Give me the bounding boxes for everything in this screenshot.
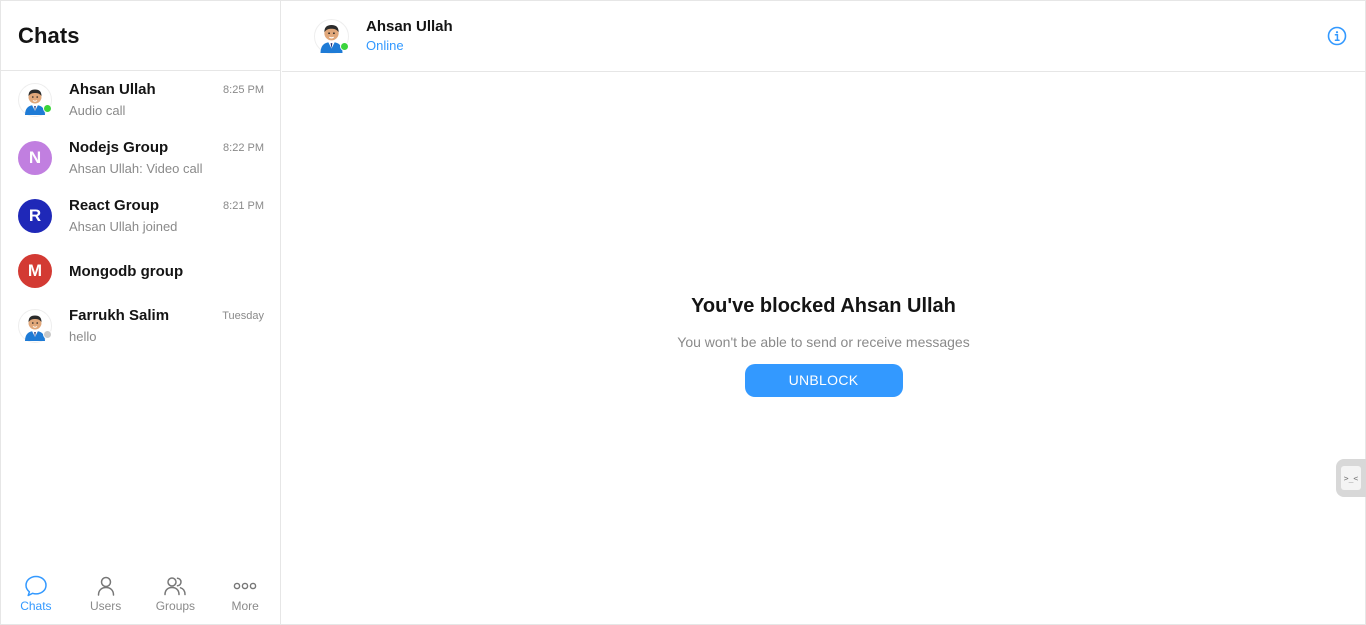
sidebar-header: Chats <box>1 1 280 71</box>
nav-label: More <box>231 599 259 613</box>
chat-name: Mongodb group <box>69 262 184 280</box>
group-avatar: N <box>18 141 52 175</box>
chat-item-react-group[interactable]: R React Group Ahsan Ullah joined 8:21 PM <box>1 187 280 245</box>
chat-last-message: Audio call <box>69 103 126 118</box>
chat-app: Chats Ahsan Ullah Audio call 8:25 PM N N… <box>0 0 1366 625</box>
blocked-subtitle: You won't be able to send or receive mes… <box>677 334 970 350</box>
contact-status: Online <box>366 38 404 53</box>
chat-time: 8:25 PM <box>223 84 264 96</box>
nav-users[interactable]: Users <box>71 566 141 624</box>
chat-time: Tuesday <box>222 310 264 322</box>
online-indicator <box>43 104 52 113</box>
header-avatar[interactable] <box>314 18 349 54</box>
offline-indicator <box>43 330 52 339</box>
sidebar: Chats Ahsan Ullah Audio call 8:25 PM N N… <box>1 1 281 624</box>
bottom-nav: Chats Users Groups More <box>1 566 280 624</box>
conversation-panel: Ahsan Ullah Online You've blocked Ahsan … <box>282 1 1366 624</box>
chat-bubble-icon <box>25 575 47 597</box>
chat-item-nodejs-group[interactable]: N Nodejs Group Ahsan Ullah: Video call 8… <box>1 129 280 187</box>
nav-label: Chats <box>20 599 52 613</box>
group-avatar: R <box>18 199 52 233</box>
avatar-letter: N <box>28 148 42 167</box>
blocked-title: You've blocked Ahsan Ullah <box>691 295 956 317</box>
conversation-header: Ahsan Ullah Online <box>282 1 1365 72</box>
chat-item-ahsan-ullah[interactable]: Ahsan Ullah Audio call 8:25 PM <box>1 71 280 129</box>
nav-more[interactable]: More <box>210 566 280 624</box>
avatar <box>18 83 52 117</box>
nav-label: Users <box>89 599 122 613</box>
chat-list: Ahsan Ullah Audio call 8:25 PM N Nodejs … <box>1 71 280 355</box>
users-icon <box>164 577 187 596</box>
user-icon <box>97 576 114 596</box>
terminal-icon: >_< <box>1341 466 1361 490</box>
more-icon <box>233 582 257 590</box>
nav-groups[interactable]: Groups <box>141 566 211 624</box>
avatar-letter: M <box>27 261 43 280</box>
online-indicator <box>340 41 349 51</box>
unblock-button[interactable]: UNBLOCK <box>744 364 903 397</box>
chat-last-message: Ahsan Ullah: Video call <box>69 161 203 176</box>
avatar <box>18 309 52 343</box>
sidebar-title: Chats <box>18 22 80 48</box>
nav-label: Groups <box>155 599 196 613</box>
chat-time: 8:22 PM <box>223 142 264 154</box>
nav-chats[interactable]: Chats <box>1 566 71 624</box>
chat-item-mongodb-group[interactable]: M Mongodb group <box>1 245 280 297</box>
chat-last-message: hello <box>69 329 97 344</box>
contact-name: Ahsan Ullah <box>366 18 453 35</box>
side-widget-tab[interactable]: >_< <box>1336 459 1366 497</box>
chat-time: 8:21 PM <box>223 200 264 212</box>
chat-text: Mongodb group <box>69 262 280 281</box>
chat-last-message: Ahsan Ullah joined <box>69 219 178 234</box>
header-text: Ahsan Ullah Online <box>366 17 453 53</box>
blocked-notice: You've blocked Ahsan Ullah You won't be … <box>282 295 1365 397</box>
info-icon[interactable] <box>1327 26 1347 46</box>
avatar-letter: R <box>28 206 42 225</box>
group-avatar: M <box>18 254 52 288</box>
chat-item-farrukh-salim[interactable]: Farrukh Salim hello Tuesday <box>1 297 280 355</box>
